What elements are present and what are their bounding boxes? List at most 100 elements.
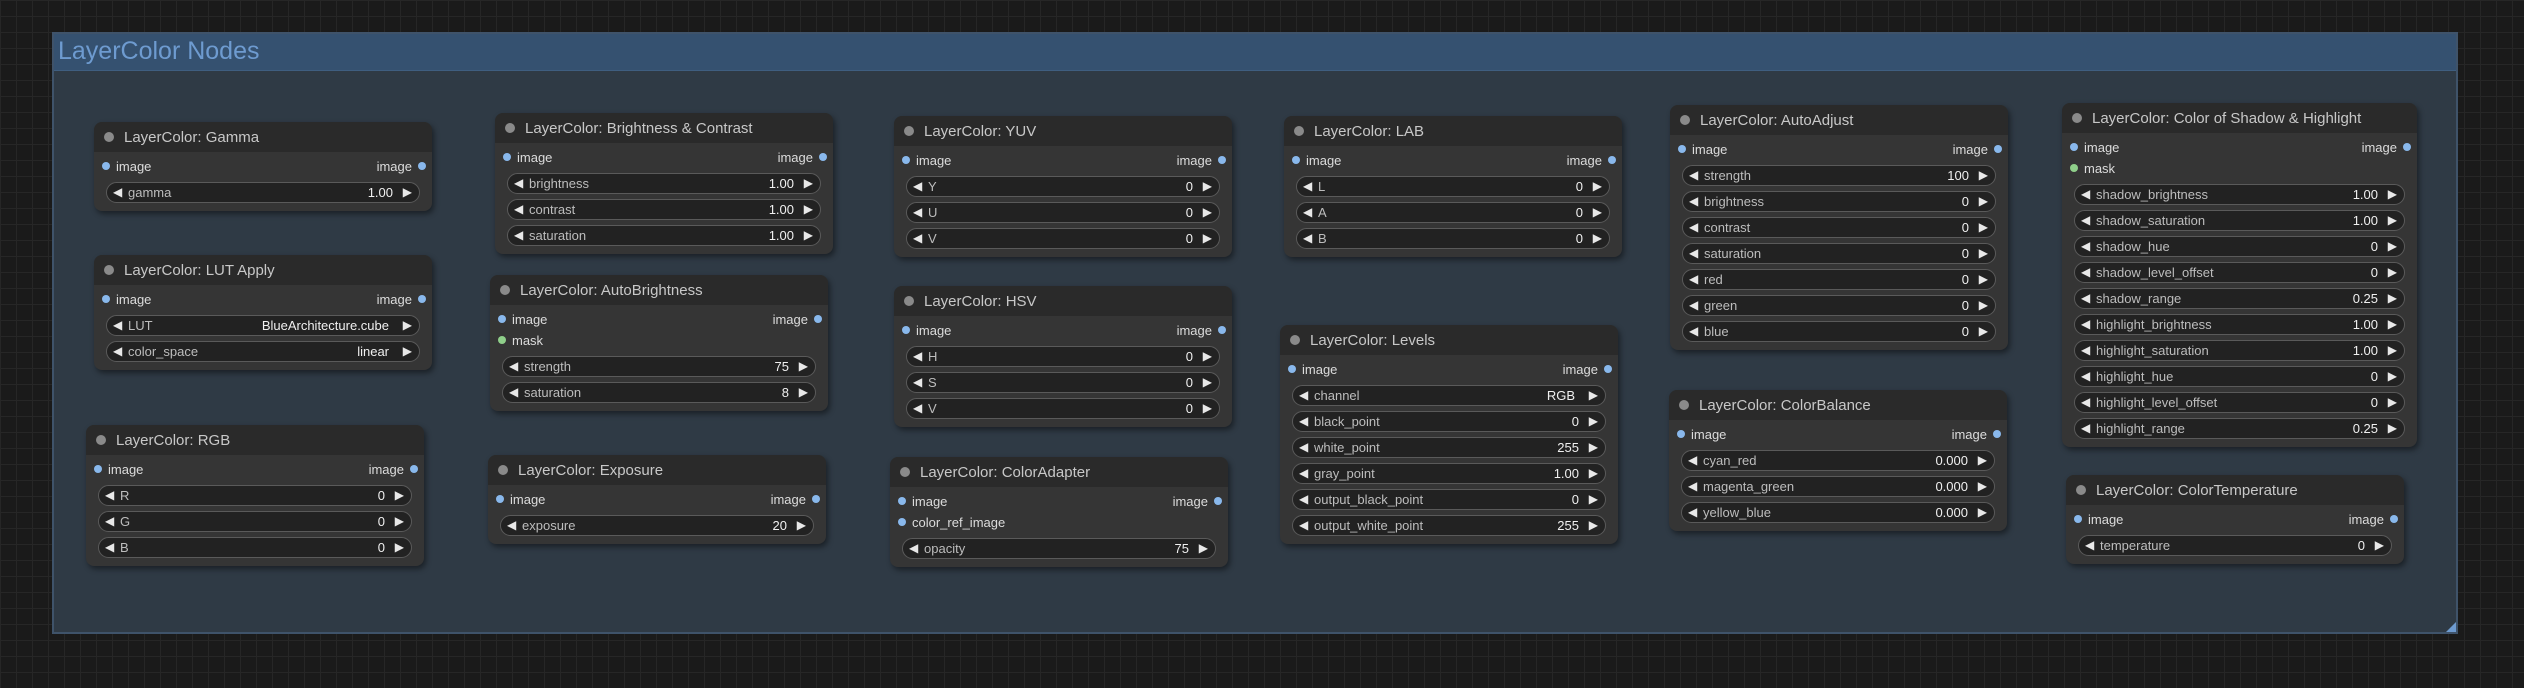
widget-contrast[interactable]: ◀ contrast 0 ▶ [1682,217,1996,238]
increment-arrow-icon[interactable]: ▶ [395,540,404,554]
widget-white-point[interactable]: ◀ white_point 255 ▶ [1292,437,1606,458]
decrement-arrow-icon[interactable]: ◀ [1688,479,1697,493]
input-slot-image[interactable] [503,153,511,161]
increment-arrow-icon[interactable]: ▶ [1593,179,1602,193]
collapse-dot-icon[interactable] [505,123,515,133]
widget-y[interactable]: ◀ Y 0 ▶ [906,176,1220,197]
increment-arrow-icon[interactable]: ▶ [395,514,404,528]
node-title-bar[interactable]: LayerColor: LAB [1284,116,1622,146]
increment-arrow-icon[interactable]: ▶ [2388,317,2397,331]
decrement-arrow-icon[interactable]: ◀ [2081,395,2090,409]
decrement-arrow-icon[interactable]: ◀ [113,318,122,332]
decrement-arrow-icon[interactable]: ◀ [909,541,918,555]
widget-yellow-blue[interactable]: ◀ yellow_blue 0.000 ▶ [1681,502,1995,523]
widget-value[interactable]: 0.000 [1935,505,1968,520]
input-slot-mask[interactable] [2070,164,2078,172]
increment-arrow-icon[interactable]: ▶ [1589,388,1598,402]
decrement-arrow-icon[interactable]: ◀ [1303,205,1312,219]
increment-arrow-icon[interactable]: ▶ [1203,179,1212,193]
widget-shadow-level-offset[interactable]: ◀ shadow_level_offset 0 ▶ [2074,262,2405,283]
widget-value[interactable]: 8 [782,385,789,400]
widget-value[interactable]: 0 [1576,205,1583,220]
decrement-arrow-icon[interactable]: ◀ [1689,194,1698,208]
input-slot-image[interactable] [1288,365,1296,373]
increment-arrow-icon[interactable]: ▶ [1589,492,1598,506]
increment-arrow-icon[interactable]: ▶ [1979,324,1988,338]
node-title-bar[interactable]: LayerColor: RGB [86,425,424,455]
decrement-arrow-icon[interactable]: ◀ [913,205,922,219]
widget-value[interactable]: 0 [1962,246,1969,261]
collapse-dot-icon[interactable] [900,467,910,477]
input-slot-color-ref-image[interactable] [898,518,906,526]
widget-brightness[interactable]: ◀ brightness 0 ▶ [1682,191,1996,212]
widget-value[interactable]: 1.00 [2353,213,2378,228]
widget-value[interactable]: 0 [1186,375,1193,390]
increment-arrow-icon[interactable]: ▶ [797,518,806,532]
node-title-bar[interactable]: LayerColor: YUV [894,116,1232,146]
node-title-bar[interactable]: LayerColor: HSV [894,286,1232,316]
decrement-arrow-icon[interactable]: ◀ [913,401,922,415]
decrement-arrow-icon[interactable]: ◀ [1303,179,1312,193]
widget-value[interactable]: 0 [2371,395,2378,410]
increment-arrow-icon[interactable]: ▶ [403,344,412,358]
input-slot-image[interactable] [2070,143,2078,151]
decrement-arrow-icon[interactable]: ◀ [2081,213,2090,227]
increment-arrow-icon[interactable]: ▶ [2388,421,2397,435]
node-autoadjust[interactable]: LayerColor: AutoAdjust image image ◀ strengt… [1670,105,2008,350]
widget-highlight-range[interactable]: ◀ highlight_range 0.25 ▶ [2074,418,2405,439]
decrement-arrow-icon[interactable]: ◀ [2081,265,2090,279]
widget-value[interactable]: 0 [378,540,385,555]
collapse-dot-icon[interactable] [1679,400,1689,410]
widget-value[interactable]: 0 [2371,369,2378,384]
group-header[interactable]: LayerColor Nodes [54,34,2456,71]
decrement-arrow-icon[interactable]: ◀ [2081,291,2090,305]
decrement-arrow-icon[interactable]: ◀ [913,375,922,389]
widget-value[interactable]: 0.25 [2353,291,2378,306]
output-slot-image[interactable] [819,153,827,161]
group-resize-handle[interactable] [2446,622,2456,632]
input-slot-image[interactable] [94,465,102,473]
node-title-bar[interactable]: LayerColor: LUT Apply [94,255,432,285]
decrement-arrow-icon[interactable]: ◀ [113,344,122,358]
decrement-arrow-icon[interactable]: ◀ [105,540,114,554]
widget-color-space[interactable]: ◀ color_space linear ▶ [106,341,420,362]
increment-arrow-icon[interactable]: ▶ [1589,440,1598,454]
output-slot-image[interactable] [1994,145,2002,153]
widget-h[interactable]: ◀ H 0 ▶ [906,346,1220,367]
increment-arrow-icon[interactable]: ▶ [2388,369,2397,383]
input-slot-image[interactable] [2074,515,2082,523]
node-gamma[interactable]: LayerColor: Gamma image image ◀ gamma 1.00 ▶ [94,122,432,211]
node-coloradapter[interactable]: LayerColor: ColorAdapter image image color_… [890,457,1228,567]
output-slot-image[interactable] [1604,365,1612,373]
increment-arrow-icon[interactable]: ▶ [403,185,412,199]
collapse-dot-icon[interactable] [1294,126,1304,136]
widget-value[interactable]: 0 [378,514,385,529]
widget-gray-point[interactable]: ◀ gray_point 1.00 ▶ [1292,463,1606,484]
increment-arrow-icon[interactable]: ▶ [799,385,808,399]
widget-saturation[interactable]: ◀ saturation 0 ▶ [1682,243,1996,264]
increment-arrow-icon[interactable]: ▶ [2388,343,2397,357]
input-slot-image[interactable] [498,315,506,323]
input-slot-image[interactable] [1678,145,1686,153]
decrement-arrow-icon[interactable]: ◀ [514,228,523,242]
widget-shadow-range[interactable]: ◀ shadow_range 0.25 ▶ [2074,288,2405,309]
decrement-arrow-icon[interactable]: ◀ [1299,466,1308,480]
widget-value[interactable]: 0.25 [2353,421,2378,436]
widget-value[interactable]: 1.00 [769,202,794,217]
node-lab[interactable]: LayerColor: LAB image image ◀ L 0 ▶ ◀ A 0 ▶ ◀ B 0 ▶ [1284,116,1622,257]
increment-arrow-icon[interactable]: ▶ [1979,220,1988,234]
widget-value[interactable]: 0 [1962,298,1969,313]
collapse-dot-icon[interactable] [96,435,106,445]
increment-arrow-icon[interactable]: ▶ [1978,453,1987,467]
increment-arrow-icon[interactable]: ▶ [1978,479,1987,493]
output-slot-image[interactable] [418,295,426,303]
widget-s[interactable]: ◀ S 0 ▶ [906,372,1220,393]
decrement-arrow-icon[interactable]: ◀ [105,488,114,502]
widget-output-black-point[interactable]: ◀ output_black_point 0 ▶ [1292,489,1606,510]
increment-arrow-icon[interactable]: ▶ [1203,401,1212,415]
output-slot-image[interactable] [410,465,418,473]
output-slot-image[interactable] [1993,430,2001,438]
decrement-arrow-icon[interactable]: ◀ [1689,220,1698,234]
node-brightness-contrast[interactable]: LayerColor: Brightness & Contrast image im… [495,113,833,254]
widget-value[interactable]: 1.00 [769,228,794,243]
